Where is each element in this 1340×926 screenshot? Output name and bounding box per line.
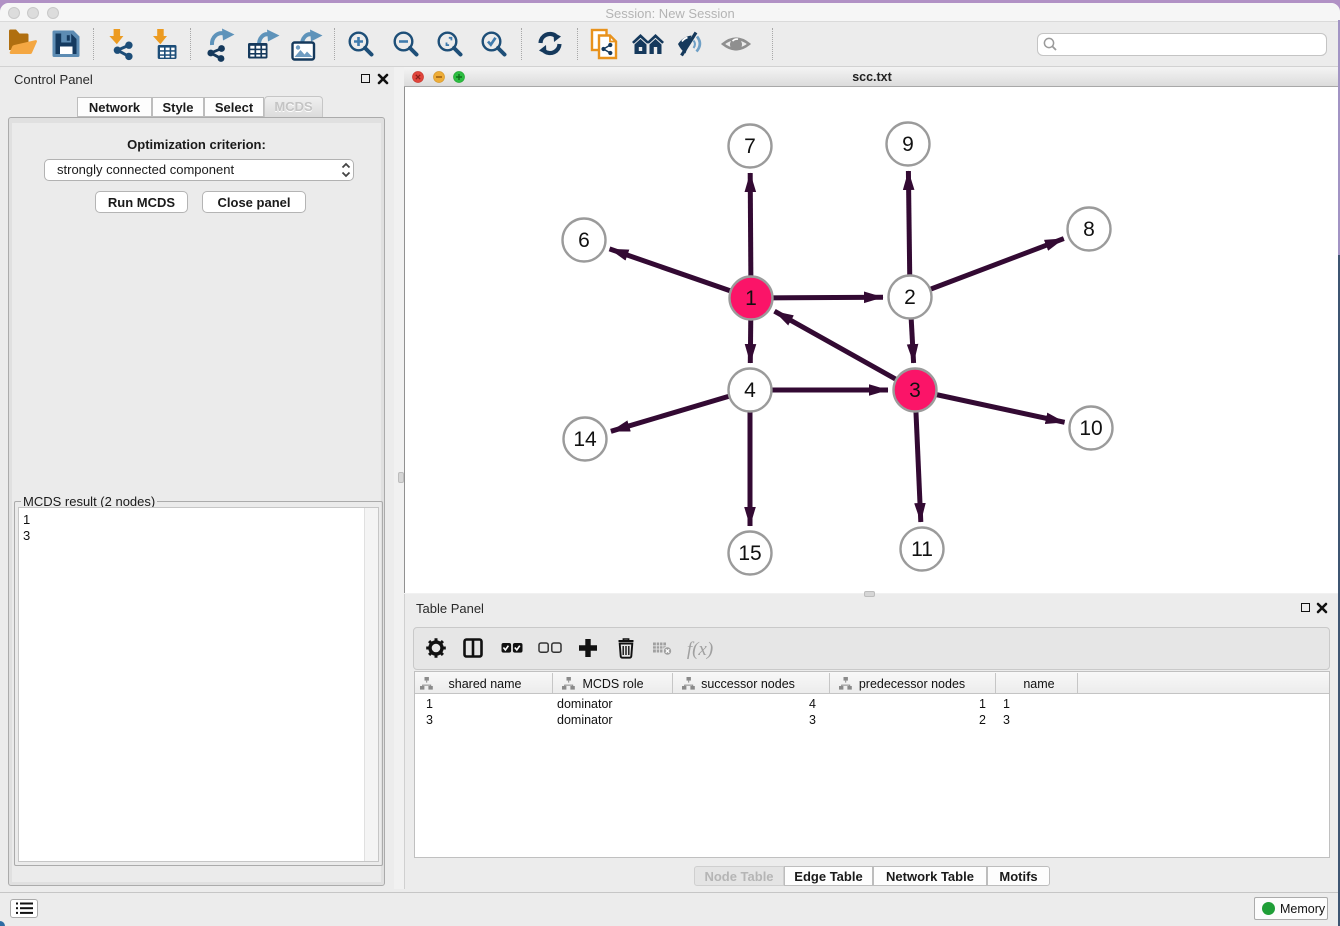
svg-text:9: 9 <box>902 133 914 156</box>
svg-text:14: 14 <box>573 428 597 451</box>
svg-text:1: 1 <box>745 287 757 310</box>
svg-text:15: 15 <box>738 542 761 565</box>
svg-text:name: name <box>1023 677 1054 691</box>
svg-text:predecessor nodes: predecessor nodes <box>859 677 965 691</box>
svg-text:10: 10 <box>1079 417 1102 440</box>
svg-text:shared name: shared name <box>449 677 522 691</box>
svg-text:MCDS role: MCDS role <box>582 677 643 691</box>
svg-text:6: 6 <box>578 229 590 252</box>
svg-text:8: 8 <box>1083 218 1095 241</box>
svg-text:11: 11 <box>911 538 933 561</box>
svg-text:f(x): f(x) <box>687 639 713 660</box>
svg-text:2: 2 <box>904 286 916 309</box>
svg-text:3: 3 <box>909 379 921 402</box>
svg-text:7: 7 <box>744 135 756 158</box>
svg-text:successor nodes: successor nodes <box>701 677 795 691</box>
svg-text:4: 4 <box>744 379 756 402</box>
